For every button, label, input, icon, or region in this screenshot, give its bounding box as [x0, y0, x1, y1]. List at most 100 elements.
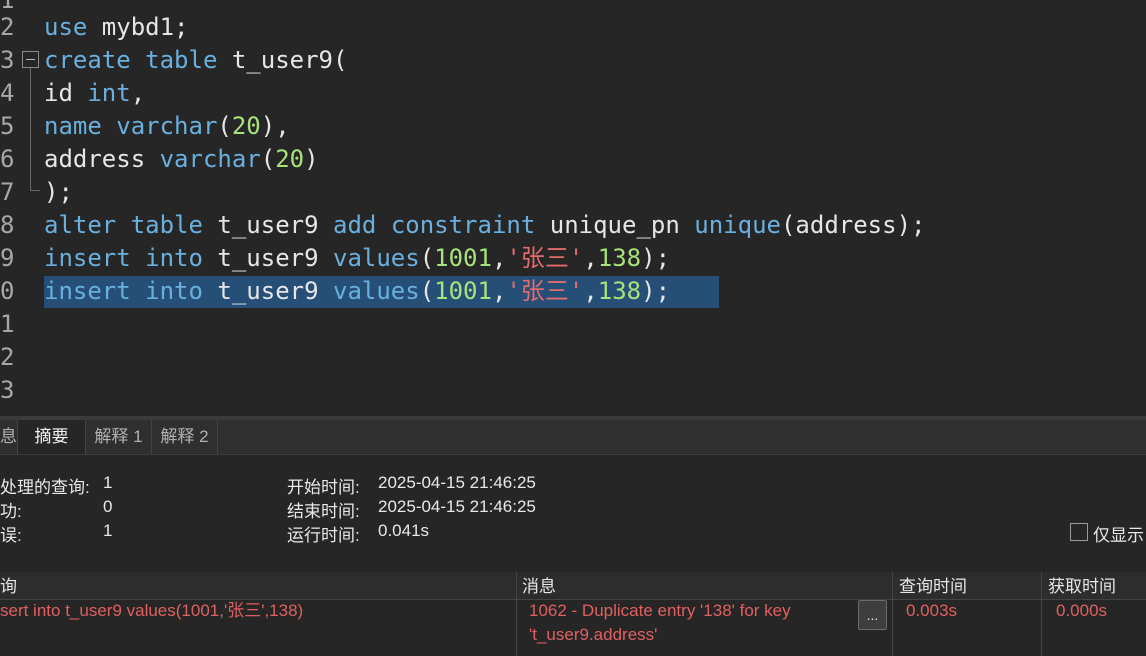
- row-fetch-time[interactable]: 0.000s: [1056, 599, 1107, 623]
- tab-explain-1[interactable]: 解释 1: [86, 420, 152, 454]
- text-token: ): [304, 145, 319, 173]
- sql-editor[interactable]: 1 2 use mybd1; 3 create table t_user9(4 id in…: [0, 0, 1146, 416]
- row-query-time[interactable]: 0.003s: [906, 599, 957, 623]
- text-token: t_user9: [202, 244, 333, 272]
- text-token: ,: [583, 277, 598, 305]
- more-details-button[interactable]: ...: [858, 600, 887, 630]
- line-number: 0: [0, 277, 15, 305]
- start-time-value: 2025-04-15 21:46:25: [378, 473, 536, 492]
- text-token: (: [217, 112, 232, 140]
- code-line[interactable]: 2: [0, 341, 1146, 374]
- summary-panel: [0, 455, 1146, 570]
- run-time-value: 0.041s: [378, 521, 430, 540]
- string-token: '张三': [506, 244, 584, 272]
- code-line[interactable]: 4 id int,: [0, 77, 1146, 110]
- column-divider[interactable]: [516, 572, 517, 656]
- code-line[interactable]: 9 insert into t_user9 values(1001,'张三',13…: [0, 242, 1146, 275]
- row-message-line2[interactable]: 't_user9.address': [529, 623, 657, 647]
- string-token: '张三': [506, 277, 584, 305]
- keyword-token: int: [87, 79, 131, 107]
- column-header-query-time[interactable]: 查询时间: [899, 573, 967, 600]
- keyword-token: into: [145, 277, 203, 305]
- tab-summary[interactable]: 摘要: [18, 420, 86, 454]
- text-token: t_user9: [202, 211, 333, 239]
- success-value: 0: [103, 497, 113, 516]
- code-line[interactable]: 3: [0, 374, 1146, 407]
- keyword-token: constraint: [390, 211, 536, 239]
- number-token: 1001: [434, 277, 492, 305]
- line-number: 6: [0, 145, 15, 173]
- result-tabbar: 息 摘要 解释 1 解释 2: [0, 420, 1146, 455]
- text-token: ,: [583, 244, 598, 272]
- keyword-token: insert: [44, 244, 131, 272]
- error-label: 误:: [0, 526, 22, 545]
- code-line[interactable]: 7);: [0, 176, 1146, 209]
- row-query[interactable]: sert into t_user9 values(1001,'张三',138): [0, 599, 303, 623]
- run-time-label: 运行时间:: [287, 526, 360, 545]
- keyword-token: alter: [44, 211, 117, 239]
- keyword-token: name: [44, 112, 102, 140]
- number-token: 20: [275, 145, 305, 173]
- tab-explain-2[interactable]: 解释 2: [152, 420, 218, 454]
- column-header-message[interactable]: 消息: [522, 573, 556, 600]
- code-text: name varchar(20),: [44, 110, 290, 143]
- code-line[interactable]: 6 address varchar(20): [0, 143, 1146, 176]
- code-line[interactable]: 8 alter table t_user9 add constraint uniq…: [0, 209, 1146, 242]
- end-time-label: 结束时间:: [287, 502, 360, 521]
- code-line[interactable]: 2 use mybd1;: [0, 11, 1146, 44]
- keyword-token: varchar: [116, 112, 218, 140]
- column-divider[interactable]: [1041, 572, 1042, 656]
- code-text: use mybd1;: [44, 11, 189, 44]
- only-show-label: 仅显示: [1093, 526, 1144, 545]
- code-line[interactable]: 0 insert into t_user9 values(1001,'张三',13…: [0, 275, 1146, 308]
- code-text: insert into t_user9 values(1001,'张三',138…: [44, 242, 670, 275]
- only-show-checkbox[interactable]: [1070, 523, 1088, 541]
- keyword-token: use: [44, 13, 88, 41]
- column-divider[interactable]: [892, 572, 893, 656]
- text-token: ,: [130, 79, 146, 107]
- code-line[interactable]: 5 name varchar(20),: [0, 110, 1146, 143]
- code-text: insert into t_user9 values(1001,'张三',138…: [44, 275, 670, 308]
- line-number: 2: [0, 343, 15, 371]
- number-token: 20: [231, 112, 261, 140]
- keyword-token: varchar: [159, 145, 261, 173]
- text-token: address: [44, 145, 160, 173]
- text-token: (: [419, 277, 435, 305]
- end-time-value: 2025-04-15 21:46:25: [378, 497, 536, 516]
- column-header-query[interactable]: 询: [0, 573, 17, 600]
- column-header-fetch-time[interactable]: 获取时间: [1048, 573, 1116, 600]
- code-text: );: [44, 176, 73, 209]
- keyword-token: insert: [44, 277, 131, 305]
- line-number: 9: [0, 244, 15, 272]
- text-token: ,: [491, 277, 507, 305]
- text-token: );: [641, 244, 671, 272]
- line-number: 3: [0, 46, 15, 74]
- keyword-token: table: [130, 211, 203, 239]
- text-token: );: [44, 178, 73, 206]
- tab-info[interactable]: 息: [0, 420, 18, 454]
- line-number: 3: [0, 376, 15, 404]
- keyword-token: create: [44, 46, 131, 74]
- code-line[interactable]: 3 create table t_user9(: [0, 44, 1146, 77]
- number-token: 1001: [434, 244, 492, 272]
- line-number: 2: [0, 13, 15, 41]
- text-token: );: [641, 277, 671, 305]
- row-message-line1[interactable]: 1062 - Duplicate entry '138' for key: [529, 599, 791, 623]
- text-token: id: [44, 79, 88, 107]
- keyword-token: into: [145, 244, 203, 272]
- code-line[interactable]: 1: [0, 308, 1146, 341]
- text-token: t_user9: [202, 277, 333, 305]
- text-token: ,: [491, 244, 507, 272]
- code-text: alter table t_user9 add constraint uniqu…: [44, 209, 925, 242]
- code-text: id int,: [44, 77, 145, 110]
- keyword-token: unique: [694, 211, 781, 239]
- code-text: address varchar(20): [44, 143, 319, 176]
- number-token: 138: [597, 277, 642, 305]
- processed-queries-label: 处理的查询:: [0, 478, 90, 497]
- processed-queries-value: 1: [103, 473, 113, 492]
